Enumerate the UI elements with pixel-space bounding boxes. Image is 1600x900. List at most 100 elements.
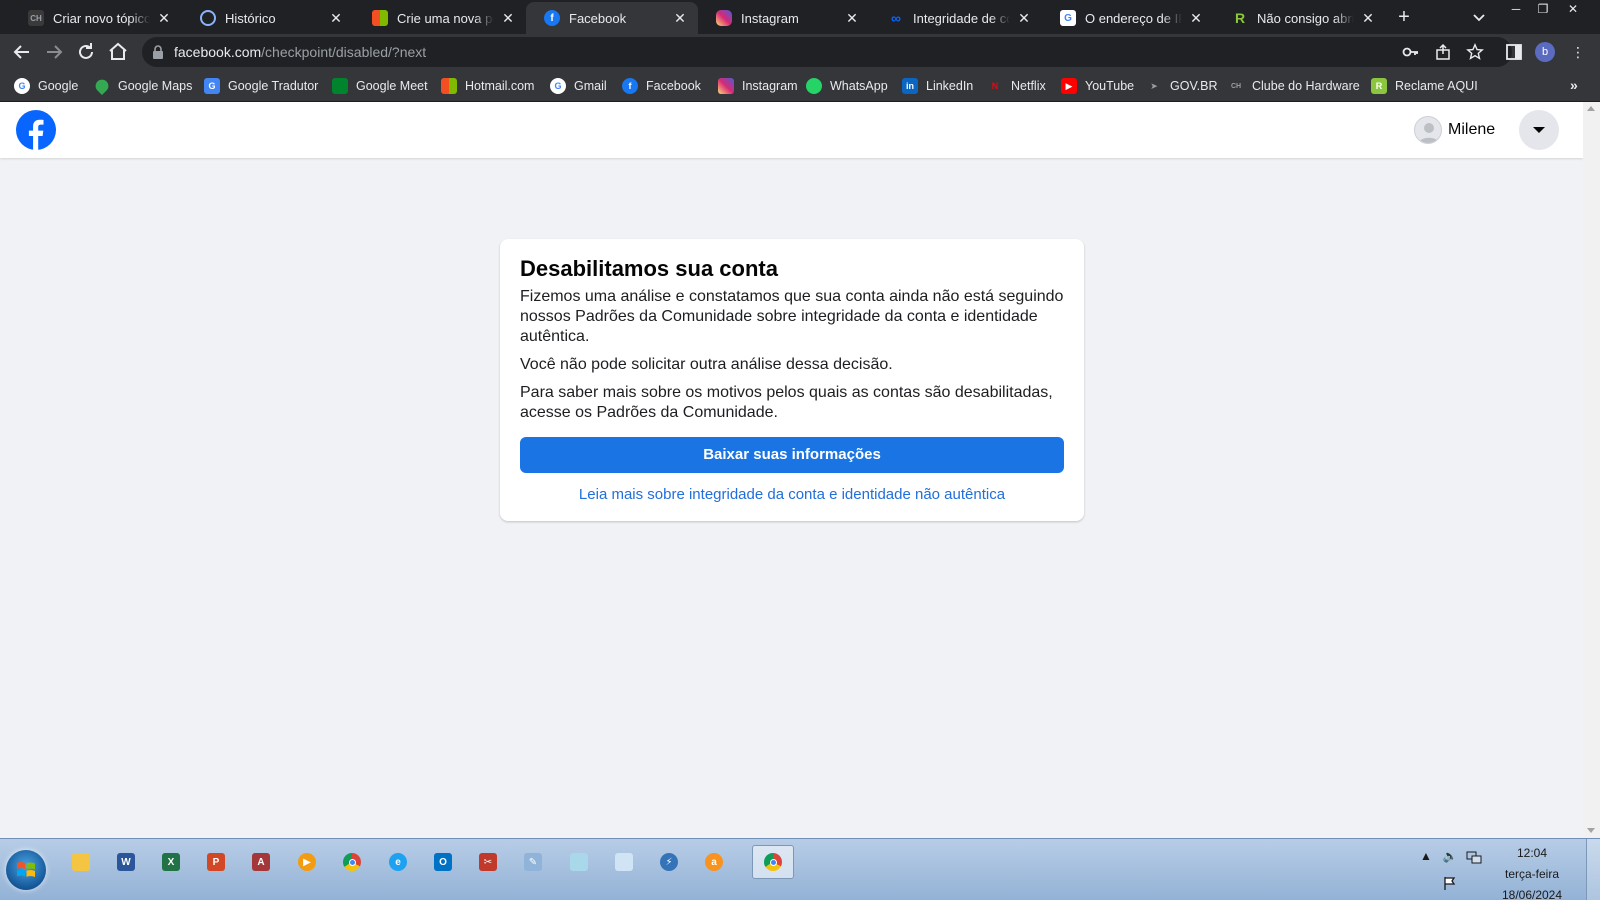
- bookmark-item[interactable]: CH Clube do Hardware: [1228, 77, 1360, 95]
- address-bar[interactable]: facebook.com/checkpoint/disabled/?next: [142, 37, 1512, 67]
- media-player-icon: ▶: [298, 853, 316, 871]
- bookmark-label: GOV.BR: [1170, 79, 1218, 93]
- word-icon: W: [117, 853, 135, 871]
- taskbar-app[interactable]: [334, 845, 370, 879]
- minimize-window-icon[interactable]: ─: [1503, 0, 1529, 18]
- bookmark-item[interactable]: R Reclame AQUI: [1371, 77, 1478, 95]
- taskbar-app[interactable]: A: [243, 845, 279, 879]
- review-explanation-text: Fizemos uma análise e constatamos que su…: [520, 288, 1064, 345]
- account-integrity-link[interactable]: Leia mais sobre integridade da conta e i…: [520, 486, 1064, 503]
- action-center-flag-icon[interactable]: [1442, 875, 1458, 891]
- taskbar-app[interactable]: ✎: [515, 845, 551, 879]
- facebook-logo-icon[interactable]: [16, 110, 56, 150]
- tab-close-icon[interactable]: ✕: [1360, 10, 1376, 26]
- reload-icon[interactable]: [74, 40, 98, 64]
- user-name: Milene: [1448, 121, 1496, 138]
- show-desktop-button[interactable]: [1586, 839, 1600, 900]
- browser-tab[interactable]: ∞ Integridade de conta ✕: [870, 2, 1042, 34]
- tab-close-icon[interactable]: ✕: [156, 10, 172, 26]
- bookmark-label: Google Maps: [118, 79, 193, 93]
- browser-tab[interactable]: Histórico ✕: [182, 2, 354, 34]
- forward-arrow-icon[interactable]: [42, 40, 66, 64]
- tab-close-icon[interactable]: ✕: [844, 10, 860, 26]
- bookmark-item[interactable]: G Google Tradutor: [204, 77, 318, 95]
- caret-down-icon: [1533, 127, 1545, 133]
- show-hidden-icons-icon[interactable]: ▲: [1418, 849, 1434, 865]
- tab-close-icon[interactable]: ✕: [1016, 10, 1032, 26]
- back-arrow-icon[interactable]: [10, 40, 34, 64]
- meet-icon: [332, 78, 348, 94]
- user-profile-chip[interactable]: Milene: [1414, 112, 1495, 148]
- user-avatar-icon: [1414, 116, 1442, 144]
- browser-tab[interactable]: Instagram ✕: [698, 2, 870, 34]
- taskbar-app[interactable]: a: [696, 845, 732, 879]
- more-bookmarks-chevron-icon[interactable]: »: [1570, 77, 1578, 93]
- browser-tab[interactable]: Crie uma nova pergunta ✕: [354, 2, 526, 34]
- bookmark-item[interactable]: Google Maps: [92, 76, 193, 96]
- new-tab-button[interactable]: +: [1393, 6, 1415, 28]
- bookmark-item[interactable]: Google Meet: [332, 77, 428, 95]
- bookmark-item[interactable]: f Facebook: [622, 77, 701, 95]
- start-button[interactable]: [6, 850, 46, 890]
- page-scrollbar[interactable]: [1583, 102, 1600, 838]
- browser-tab[interactable]: R Não consigo abrir um ✕: [1214, 2, 1386, 34]
- profile-avatar[interactable]: b: [1535, 42, 1555, 62]
- browser-tab[interactable]: CH Criar novo tópico - C ✕: [10, 2, 182, 34]
- bookmark-item[interactable]: N Netflix: [987, 77, 1046, 95]
- side-panel-icon[interactable]: [1504, 42, 1524, 62]
- bookmark-item[interactable]: in LinkedIn: [902, 77, 973, 95]
- taskbar-app[interactable]: ▶: [289, 845, 325, 879]
- bookmark-item[interactable]: G Google: [14, 77, 78, 95]
- bookmark-star-icon[interactable]: [1466, 43, 1484, 61]
- key-icon[interactable]: [1402, 43, 1420, 61]
- taskbar-app[interactable]: W: [108, 845, 144, 879]
- more-menu-icon[interactable]: ⋮: [1568, 42, 1588, 62]
- microsoft-icon: [372, 10, 388, 26]
- taskbar-app[interactable]: O: [425, 845, 461, 879]
- account-menu-button[interactable]: [1519, 110, 1559, 150]
- learn-more-text: Para saber mais sobre os motivos pelos q…: [520, 384, 1053, 421]
- home-icon[interactable]: [106, 40, 130, 64]
- tab-title: O endereço de IP que: [1085, 10, 1182, 26]
- facebook-header: Milene: [0, 102, 1583, 158]
- tab-close-icon[interactable]: ✕: [1188, 10, 1204, 26]
- share-icon[interactable]: [1434, 43, 1452, 61]
- tab-title: Criar novo tópico - C: [53, 10, 150, 26]
- tab-search-chevron-icon[interactable]: [1470, 8, 1488, 26]
- bookmark-item[interactable]: G Gmail: [550, 77, 607, 95]
- taskbar-app[interactable]: [752, 845, 794, 879]
- bookmark-label: Reclame AQUI: [1395, 79, 1478, 93]
- bookmark-item[interactable]: WhatsApp: [806, 77, 888, 95]
- taskbar-app[interactable]: ⚡: [651, 845, 687, 879]
- bookmark-item[interactable]: Instagram: [718, 77, 798, 95]
- bookmark-item[interactable]: ➤ GOV.BR: [1146, 77, 1217, 95]
- scroll-down-arrow-icon[interactable]: [1587, 828, 1595, 833]
- close-window-icon[interactable]: ✕: [1560, 0, 1586, 18]
- taskbar-app[interactable]: X: [153, 845, 189, 879]
- browser-tab[interactable]: G O endereço de IP que ✕: [1042, 2, 1214, 34]
- facebook-icon: f: [622, 78, 638, 94]
- bookmark-item[interactable]: ▶ YouTube: [1061, 77, 1134, 95]
- browser-tab[interactable]: f Facebook ✕: [526, 2, 698, 34]
- volume-icon[interactable]: 🔈: [1442, 849, 1458, 865]
- taskbar-app[interactable]: [63, 845, 99, 879]
- tab-close-icon[interactable]: ✕: [672, 10, 688, 26]
- bookmark-item[interactable]: Hotmail.com: [441, 77, 534, 95]
- restore-window-icon[interactable]: ❐: [1530, 0, 1556, 18]
- download-information-button[interactable]: Baixar suas informações: [520, 437, 1064, 473]
- chrome-icon: [764, 853, 782, 871]
- taskbar-app[interactable]: [606, 845, 642, 879]
- bookmark-label: Instagram: [742, 79, 798, 93]
- tab-title: Não consigo abrir um: [1257, 10, 1354, 26]
- network-icon[interactable]: [1466, 849, 1482, 865]
- taskbar-app[interactable]: [561, 845, 597, 879]
- taskbar-app[interactable]: e: [380, 845, 416, 879]
- system-clock[interactable]: 12:04 terça-feira 18/06/2024: [1496, 843, 1568, 900]
- taskbar-app[interactable]: P: [198, 845, 234, 879]
- internet-explorer-icon: e: [389, 853, 407, 871]
- google-icon: G: [1060, 10, 1076, 26]
- taskbar-app[interactable]: ✂: [470, 845, 506, 879]
- tab-close-icon[interactable]: ✕: [500, 10, 516, 26]
- scroll-up-arrow-icon[interactable]: [1587, 106, 1595, 111]
- tab-close-icon[interactable]: ✕: [328, 10, 344, 26]
